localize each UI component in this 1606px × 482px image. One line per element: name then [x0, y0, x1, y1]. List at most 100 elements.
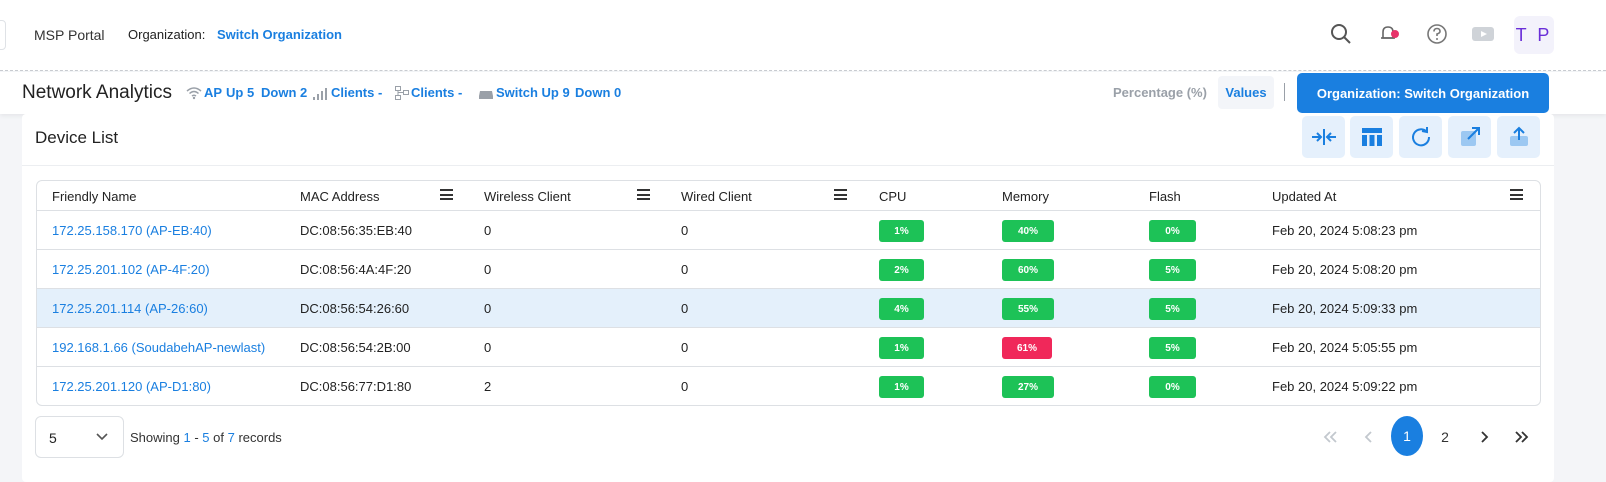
showing-prefix: Showing — [130, 430, 180, 445]
memory-badge: 27% — [1002, 376, 1054, 398]
page-size-select[interactable]: 5 — [35, 416, 124, 458]
device-list-card: Device List Friendly Name MAC Address Wi… — [22, 114, 1554, 482]
friendly-name-link[interactable]: 172.25.158.170 (AP-EB:40) — [52, 223, 212, 238]
wired-client-count: 0 — [681, 340, 689, 355]
cpu-badge: 2% — [879, 259, 924, 281]
column-header-flash[interactable]: Flash — [1149, 189, 1181, 204]
wireless-client-count: 0 — [484, 301, 492, 316]
help-icon[interactable] — [1425, 22, 1449, 46]
sidebar-toggle[interactable] — [0, 20, 6, 50]
open-external-button[interactable] — [1448, 116, 1491, 158]
total-records: 7 — [227, 430, 235, 445]
page-button-current[interactable]: 1 — [1391, 416, 1423, 456]
updated-at: Feb 20, 2024 5:09:33 pm — [1272, 301, 1418, 316]
column-menu-icon[interactable] — [637, 189, 650, 200]
records-suffix: records — [234, 430, 282, 445]
wireless-client-count: 0 — [484, 262, 492, 277]
updated-at: Feb 20, 2024 5:08:20 pm — [1272, 262, 1418, 277]
wireless-clients-status[interactable]: Clients - — [313, 85, 382, 100]
top-bar: MSP Portal Organization: Switch Organiza… — [0, 0, 1606, 71]
chevron-right-icon — [1481, 431, 1489, 443]
wired-clients-status[interactable]: Clients - — [395, 85, 462, 100]
double-chevron-right-icon — [1515, 431, 1529, 443]
page-size-value: 5 — [49, 430, 57, 446]
collapse-columns-icon — [1311, 129, 1336, 145]
column-header-wired-client[interactable]: Wired Client — [681, 189, 752, 204]
values-toggle[interactable]: Values — [1218, 76, 1274, 109]
updated-at: Feb 20, 2024 5:08:23 pm — [1272, 223, 1418, 238]
column-menu-icon[interactable] — [1510, 189, 1523, 200]
refresh-button[interactable] — [1399, 116, 1442, 158]
search-icon[interactable] — [1329, 22, 1353, 46]
cpu-badge: 4% — [879, 298, 924, 320]
friendly-name-link[interactable]: 192.168.1.66 (SoudabehAP-newlast) — [52, 340, 265, 355]
wireless-clients-label: Clients - — [331, 85, 383, 100]
export-icon — [1509, 126, 1528, 146]
open-external-icon — [1460, 127, 1480, 146]
double-chevron-left-icon — [1323, 431, 1337, 443]
table-row[interactable]: 172.25.201.102 (AP-4F:20) DC:08:56:4A:4F… — [37, 250, 1540, 289]
friendly-name-link[interactable]: 172.25.201.102 (AP-4F:20) — [52, 262, 210, 277]
friendly-name-link[interactable]: 172.25.201.114 (AP-26:60) — [52, 301, 208, 316]
export-button[interactable] — [1497, 116, 1540, 158]
records-summary: Showing 1 - 5 of 7 records — [130, 430, 282, 445]
notification-bell-icon[interactable] — [1377, 22, 1401, 46]
flash-badge: 0% — [1149, 376, 1196, 398]
first-page-button[interactable] — [1314, 416, 1346, 458]
switch-icon — [479, 91, 493, 99]
wired-client-count: 0 — [681, 301, 689, 316]
wireless-client-count: 0 — [484, 340, 492, 355]
range-separator: - — [190, 430, 203, 445]
column-header-updated-at[interactable]: Updated At — [1272, 189, 1336, 204]
table-row[interactable]: 192.168.1.66 (SoudabehAP-newlast) DC:08:… — [37, 328, 1540, 367]
wired-client-count: 0 — [681, 379, 689, 394]
ap-status[interactable]: AP — [186, 85, 222, 100]
device-table: Friendly Name MAC Address Wireless Clien… — [36, 180, 1541, 406]
network-topology-icon — [395, 86, 409, 100]
updated-at: Feb 20, 2024 5:05:55 pm — [1272, 340, 1418, 355]
chevron-down-icon — [96, 433, 108, 441]
percentage-toggle[interactable]: Percentage (%) — [1113, 85, 1207, 100]
flash-badge: 5% — [1149, 337, 1196, 359]
wireless-client-count: 2 — [484, 379, 492, 394]
next-page-button[interactable] — [1468, 416, 1500, 458]
previous-page-button[interactable] — [1353, 416, 1385, 458]
column-layout-button[interactable] — [1350, 116, 1393, 158]
table-row[interactable]: 172.25.201.120 (AP-D1:80) DC:08:56:77:D1… — [37, 367, 1540, 405]
signal-bars-icon — [313, 88, 327, 100]
ap-up-count[interactable]: Up 5 — [226, 85, 254, 100]
column-menu-icon[interactable] — [834, 189, 847, 200]
switch-organization-link[interactable]: Switch Organization — [217, 27, 342, 42]
organization-switch-button[interactable]: Organization: Switch Organization — [1297, 73, 1549, 113]
last-page-button[interactable] — [1506, 416, 1538, 458]
column-header-mac-address[interactable]: MAC Address — [300, 189, 379, 204]
column-header-memory[interactable]: Memory — [1002, 189, 1049, 204]
memory-badge-critical: 61% — [1002, 337, 1052, 359]
page-button[interactable]: 2 — [1429, 416, 1461, 458]
range-end: 5 — [202, 430, 210, 445]
column-header-wireless-client[interactable]: Wireless Client — [484, 189, 571, 204]
switch-down-count[interactable]: Down 0 — [575, 85, 621, 100]
card-divider — [22, 165, 1554, 166]
friendly-name-link[interactable]: 172.25.201.120 (AP-D1:80) — [52, 379, 211, 394]
collapse-columns-button[interactable] — [1302, 116, 1345, 158]
column-header-cpu[interactable]: CPU — [879, 189, 906, 204]
ap-down-count[interactable]: Down 2 — [261, 85, 307, 100]
switch-status[interactable]: Switch Up 9 — [478, 85, 570, 100]
table-row-selected[interactable]: 172.25.201.114 (AP-26:60) DC:08:56:54:26… — [37, 289, 1540, 328]
mac-address: DC:08:56:35:EB:40 — [300, 223, 413, 238]
column-menu-icon[interactable] — [440, 189, 453, 200]
network-analytics-bar: Network Analytics AP Up 5 Down 2 Clients… — [0, 72, 1606, 114]
cpu-badge: 1% — [879, 337, 924, 359]
mac-address: DC:08:56:4A:4F:20 — [300, 262, 412, 277]
video-icon[interactable] — [1471, 22, 1495, 46]
column-header-friendly-name[interactable]: Friendly Name — [52, 189, 137, 204]
memory-badge: 60% — [1002, 259, 1054, 281]
flash-badge: 5% — [1149, 298, 1196, 320]
user-avatar[interactable]: T P — [1514, 16, 1554, 54]
organization-label: Organization: — [128, 27, 206, 42]
updated-at: Feb 20, 2024 5:09:22 pm — [1272, 379, 1418, 394]
wired-clients-label: Clients - — [411, 85, 463, 100]
table-row[interactable]: 172.25.158.170 (AP-EB:40) DC:08:56:35:EB… — [37, 211, 1540, 250]
wifi-icon — [186, 87, 202, 100]
